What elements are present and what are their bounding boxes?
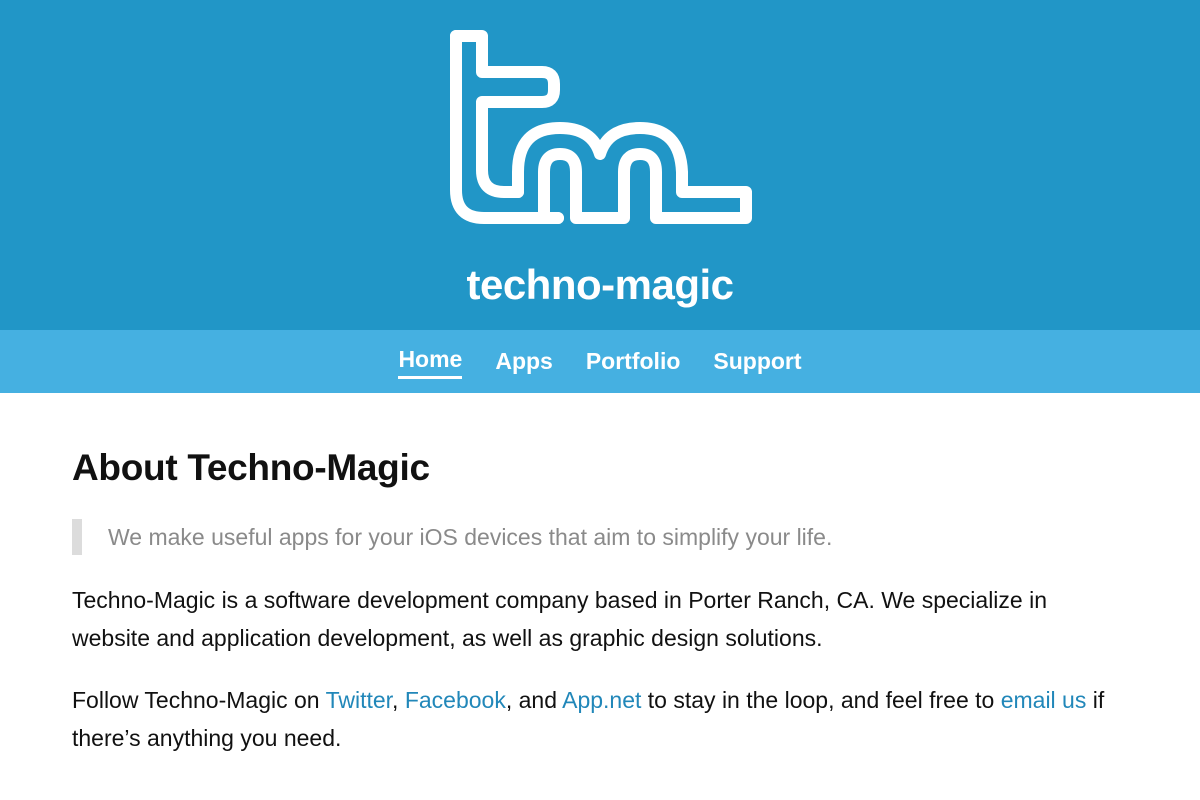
site-header: techno-magic [0,0,1200,330]
nav-item-portfolio[interactable]: Portfolio [586,346,681,378]
main-nav: Home Apps Portfolio Support [0,330,1200,393]
follow-text-1: Follow Techno-Magic on [72,687,326,713]
tagline-quote: We make useful apps for your iOS devices… [72,519,1128,555]
site-name[interactable]: techno-magic [0,258,1200,312]
tm-logo-icon[interactable] [442,22,758,240]
follow-text-2: to stay in the loop, and feel free to [641,687,1001,713]
facebook-link[interactable]: Facebook [405,687,506,713]
nav-item-support[interactable]: Support [713,346,801,378]
intro-paragraph: Techno-Magic is a software development c… [72,587,1047,651]
twitter-link[interactable]: Twitter [326,687,392,713]
page-title: About Techno-Magic [72,447,430,488]
follow-paragraph: Follow Techno-Magic on Twitter, Facebook… [72,681,1128,757]
follow-sep-1: , [392,687,405,713]
nav-item-home[interactable]: Home [398,344,463,379]
email-link[interactable]: email us [1001,687,1087,713]
follow-sep-2: , and [505,687,563,713]
appnet-link[interactable]: App.net [562,687,641,713]
nav-item-apps[interactable]: Apps [495,346,553,378]
main-content: About Techno-Magic We make useful apps f… [0,393,1200,757]
